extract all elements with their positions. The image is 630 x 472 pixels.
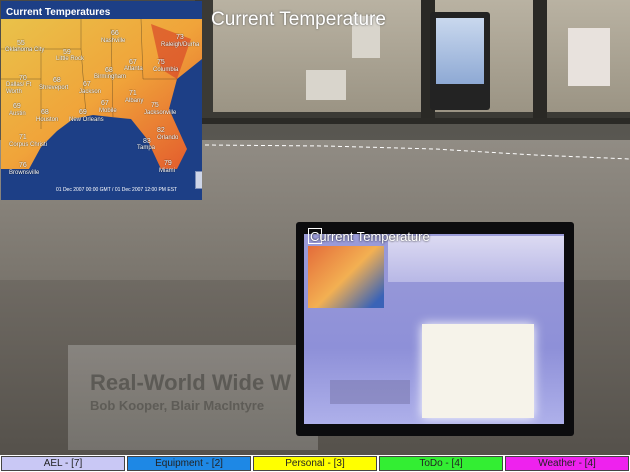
city-label: Jackson xyxy=(79,89,102,95)
city-label: Orlando xyxy=(157,135,179,141)
screen-poster-reflection xyxy=(330,380,410,404)
background-monitor-screen xyxy=(436,18,484,84)
temp-label: 69 xyxy=(79,109,87,116)
temp-label: 73 xyxy=(176,34,184,41)
screen-weather-map xyxy=(308,246,384,308)
city-label: Oklahoma City xyxy=(5,47,45,53)
monitor-caption[interactable]: Current Temperature xyxy=(310,229,430,244)
weather-map-title: Current Temperatures xyxy=(6,7,111,18)
temp-label: 68 xyxy=(53,77,61,84)
temp-label: 83 xyxy=(143,138,151,145)
city-label: Jacksonville xyxy=(144,110,177,116)
dashed-annotation-line xyxy=(205,144,630,160)
city-label: Corpus Christi xyxy=(9,142,48,148)
temp-label: 67 xyxy=(129,59,137,66)
wall-paper xyxy=(568,28,610,86)
city-label: Little Rock xyxy=(56,56,85,62)
city-label: Atlanta xyxy=(124,66,143,72)
city-label: Austin xyxy=(9,111,26,117)
temp-label: 69 xyxy=(13,103,21,110)
map-scroll-handle[interactable] xyxy=(195,171,202,189)
temp-label: 55 xyxy=(17,40,25,47)
temp-label: 67 xyxy=(101,100,109,107)
window-frame xyxy=(533,0,547,118)
temp-label: 59 xyxy=(63,49,71,56)
temp-label: 71 xyxy=(129,90,137,97)
tab-ael[interactable]: AEL - [7] xyxy=(1,456,125,471)
poster-title: Real-World Wide W xyxy=(90,370,292,395)
temp-label: 75 xyxy=(157,59,165,66)
category-tab-bar: AEL - [7] Equipment - [2] Personal - [3]… xyxy=(0,455,630,472)
temp-label: 68 xyxy=(41,109,49,116)
tab-weather[interactable]: Weather - [4] xyxy=(505,456,629,471)
city-label: Shreveport xyxy=(39,85,69,91)
temp-label: 76 xyxy=(19,162,27,169)
poster-subtitle: Bob Kooper, Blair MacIntyre xyxy=(90,398,265,413)
main-monitor-screen xyxy=(304,234,564,424)
temp-label: 67 xyxy=(83,81,91,88)
poster: Real-World Wide W Bob Kooper, Blair MacI… xyxy=(68,345,318,450)
temp-label: 68 xyxy=(105,67,113,74)
city-label: Albany xyxy=(125,98,144,104)
temp-label: 66 xyxy=(111,30,119,37)
city-label: Mobile xyxy=(99,108,117,114)
city-label: Houston xyxy=(36,117,59,123)
overlay-title[interactable]: Current Temperature xyxy=(211,9,386,31)
tab-personal[interactable]: Personal - [3] xyxy=(253,456,377,471)
city-label: Raleigh/Durha xyxy=(161,42,200,48)
temp-label: 79 xyxy=(164,160,172,167)
temp-label: 82 xyxy=(157,127,165,134)
city-label: Brownsville xyxy=(9,170,40,176)
city-label: Miami xyxy=(159,168,175,174)
city-label: Tampa xyxy=(137,145,156,151)
main-monitor xyxy=(296,222,574,436)
tab-equipment[interactable]: Equipment - [2] xyxy=(127,456,251,471)
city-label: New Orleans xyxy=(69,117,104,123)
temp-label: 70 xyxy=(19,75,27,82)
city-label: Columbia xyxy=(153,67,179,73)
weather-map-inset[interactable]: Current Temperatures 55 Oklahoma City 66… xyxy=(1,1,202,200)
screen-bright-window xyxy=(422,324,534,418)
tab-todo[interactable]: ToDo - [4] xyxy=(379,456,503,471)
weather-map-timestamp: 01 Dec 2007 00:00 GMT / 01 Dec 2007 12:0… xyxy=(56,187,178,193)
temp-label: 75 xyxy=(151,102,159,109)
city-label: Birmingham xyxy=(94,74,127,80)
temp-label: 71 xyxy=(19,134,27,141)
wall-paper xyxy=(306,70,346,100)
city-label: Nashville xyxy=(101,38,126,44)
background-monitor xyxy=(430,12,490,110)
